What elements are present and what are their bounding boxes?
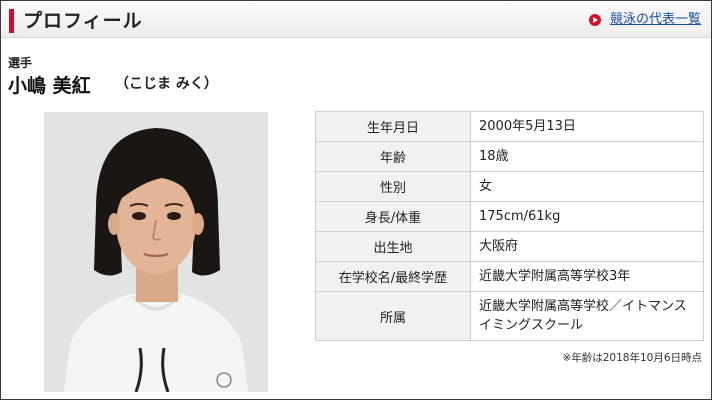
age-footnote: ※年齢は2018年10月6日時点 <box>562 352 702 364</box>
row-value: 175cm/61kg <box>470 201 704 232</box>
row-label: 出生地 <box>315 231 471 262</box>
row-label: 在学校名/最終学歴 <box>315 261 471 292</box>
table-row: 年齢 18歳 <box>315 141 704 172</box>
athlete-name: 小嶋 美紅 <box>8 75 91 97</box>
row-value: 近畿大学附属高等学校3年 <box>470 261 704 292</box>
row-label: 身長/体重 <box>315 201 471 232</box>
section-title: プロフィール <box>23 10 143 32</box>
row-value: 2000年5月13日 <box>470 111 704 142</box>
table-row: 在学校名/最終学歴 近畿大学附属高等学校3年 <box>315 261 704 292</box>
play-arrow-icon <box>588 14 601 26</box>
row-label: 年齢 <box>315 141 471 172</box>
row-label: 所属 <box>315 291 471 341</box>
table-row: 所属 近畿大学附属高等学校／イトマンスイミングスクール <box>315 291 704 341</box>
section-header: プロフィール 競泳の代表一覧 <box>1 1 711 38</box>
row-label: 生年月日 <box>315 111 471 142</box>
row-value: 大阪府 <box>470 231 704 262</box>
swimming-team-list-link[interactable]: 競泳の代表一覧 <box>588 11 701 29</box>
row-value: 18歳 <box>470 141 704 172</box>
table-row: 性別 女 <box>315 171 704 202</box>
row-label: 性別 <box>315 171 471 202</box>
athlete-name-reading: （こじま みく） <box>115 76 218 92</box>
table-row: 出生地 大阪府 <box>315 231 704 262</box>
link-label[interactable]: 競泳の代表一覧 <box>610 11 701 29</box>
profile-table: 生年月日 2000年5月13日 年齢 18歳 性別 女 身長/体重 175cm/… <box>315 111 704 341</box>
portrait-image <box>44 112 268 392</box>
table-row: 身長/体重 175cm/61kg <box>315 201 704 232</box>
table-row: 生年月日 2000年5月13日 <box>315 111 704 142</box>
header-accent-bar <box>9 9 14 33</box>
row-value: 近畿大学附属高等学校／イトマンスイミングスクール <box>470 291 704 341</box>
athlete-role: 選手 <box>8 56 33 70</box>
athlete-photo <box>44 112 268 392</box>
row-value: 女 <box>470 171 704 202</box>
